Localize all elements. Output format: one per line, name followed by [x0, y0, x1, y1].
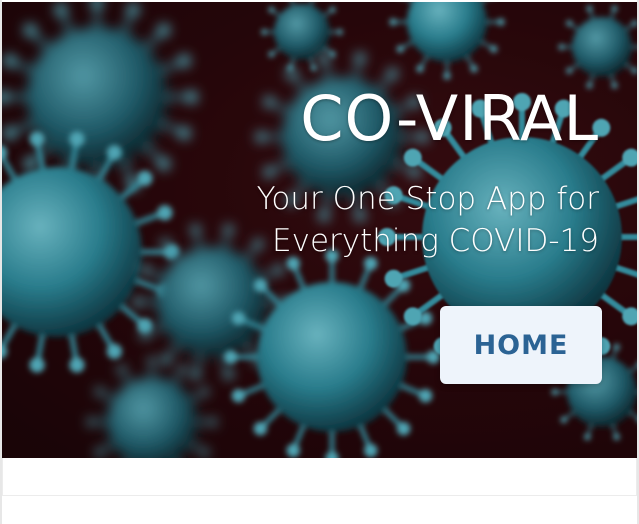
home-button[interactable]: HOME — [440, 306, 602, 384]
content-panel — [2, 458, 637, 496]
page-title: CO-VIRAL — [300, 82, 599, 155]
hero-banner: CO-VIRAL Your One Stop App for Everythin… — [2, 2, 637, 458]
hero-subtitle: Your One Stop App for Everything COVID-1… — [256, 181, 599, 259]
page: CO-VIRAL Your One Stop App for Everythin… — [0, 0, 639, 524]
